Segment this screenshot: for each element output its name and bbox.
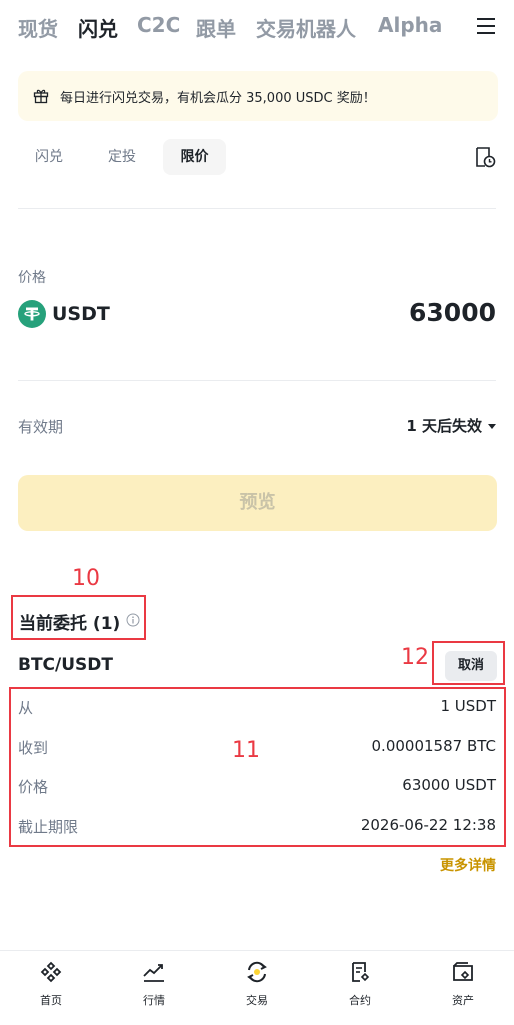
order-receive-value: 0.00001587 BTC bbox=[371, 737, 496, 755]
order-pair: BTC/USDT bbox=[18, 655, 113, 675]
nav-home-label: 首页 bbox=[40, 994, 62, 1007]
futures-document-icon bbox=[352, 962, 370, 982]
divider bbox=[18, 380, 496, 381]
order-price-label: 价格 bbox=[18, 778, 49, 796]
order-receive-label: 收到 bbox=[18, 739, 49, 757]
binance-logo-icon bbox=[40, 961, 62, 983]
order-history-icon[interactable] bbox=[474, 146, 496, 168]
nav-trade[interactable]: 交易 bbox=[206, 951, 308, 1025]
nav-assets[interactable]: 资产 bbox=[412, 951, 514, 1025]
order-deadline-value: 2026-06-22 12:38 bbox=[360, 816, 496, 834]
order-deadline-label: 截止期限 bbox=[18, 818, 79, 836]
trade-exchange-icon bbox=[247, 961, 267, 983]
nav-markets[interactable]: 行情 bbox=[103, 951, 205, 1025]
usdt-icon bbox=[18, 300, 46, 328]
cancel-order-button[interactable]: 取消 bbox=[445, 651, 497, 681]
annotation-number: 11 bbox=[232, 738, 260, 763]
nav-home[interactable]: 首页 bbox=[0, 951, 102, 1025]
divider bbox=[18, 208, 496, 209]
coin-select[interactable]: USDT bbox=[52, 303, 110, 325]
info-icon[interactable] bbox=[126, 613, 140, 627]
banner-text: 每日进行闪兑交易，有机会瓜分 35,000 USDC 奖励！ bbox=[60, 91, 376, 106]
tab-trading-bots[interactable]: 交易机器人 bbox=[256, 13, 356, 42]
tab-alpha[interactable]: Alpha bbox=[378, 13, 442, 37]
promo-banner[interactable]: 每日进行闪兑交易，有机会瓜分 35,000 USDC 奖励！ bbox=[18, 71, 498, 121]
menu-icon[interactable] bbox=[476, 17, 496, 35]
order-from-value: 1 USDT bbox=[440, 697, 496, 715]
nav-futures[interactable]: 合约 bbox=[309, 951, 411, 1025]
subtab-convert[interactable]: 闪兑 bbox=[18, 139, 80, 175]
tab-copy-trading[interactable]: 跟单 bbox=[196, 13, 236, 42]
annotation-number: 10 bbox=[72, 566, 100, 591]
caret-down-icon bbox=[488, 424, 496, 429]
order-from-label: 从 bbox=[18, 699, 34, 717]
preview-button[interactable]: 预览 bbox=[18, 475, 497, 531]
subtab-limit[interactable]: 限价 bbox=[163, 139, 226, 175]
top-navigation: 现货 闪兑 C2C 跟单 交易机器人 Alpha bbox=[0, 0, 514, 56]
bottom-navigation: 首页 行情 交易 合约 资产 bbox=[0, 950, 514, 1025]
expiry-dropdown[interactable]: 1 天后失效 bbox=[406, 415, 496, 436]
expiry-value: 1 天后失效 bbox=[406, 417, 482, 435]
more-details-link[interactable]: 更多详情 bbox=[440, 855, 496, 875]
price-label: 价格 bbox=[18, 270, 46, 286]
order-price-value: 63000 USDT bbox=[402, 776, 496, 794]
nav-markets-label: 行情 bbox=[143, 994, 165, 1007]
nav-assets-label: 资产 bbox=[452, 994, 474, 1007]
open-orders-title: 当前委托 (1) bbox=[19, 614, 121, 634]
nav-trade-label: 交易 bbox=[246, 994, 268, 1007]
tab-spot[interactable]: 现货 bbox=[18, 13, 58, 42]
annotation-number: 12 bbox=[401, 645, 429, 670]
subtab-recurring[interactable]: 定投 bbox=[91, 139, 153, 175]
price-input[interactable]: 63000 bbox=[409, 298, 496, 327]
expiry-label: 有效期 bbox=[18, 418, 64, 436]
chart-line-icon bbox=[143, 964, 164, 982]
gift-icon bbox=[33, 89, 49, 104]
nav-futures-label: 合约 bbox=[349, 994, 371, 1007]
tab-convert[interactable]: 闪兑 bbox=[78, 13, 118, 42]
tab-c2c[interactable]: C2C bbox=[137, 13, 180, 37]
wallet-icon bbox=[453, 962, 473, 981]
